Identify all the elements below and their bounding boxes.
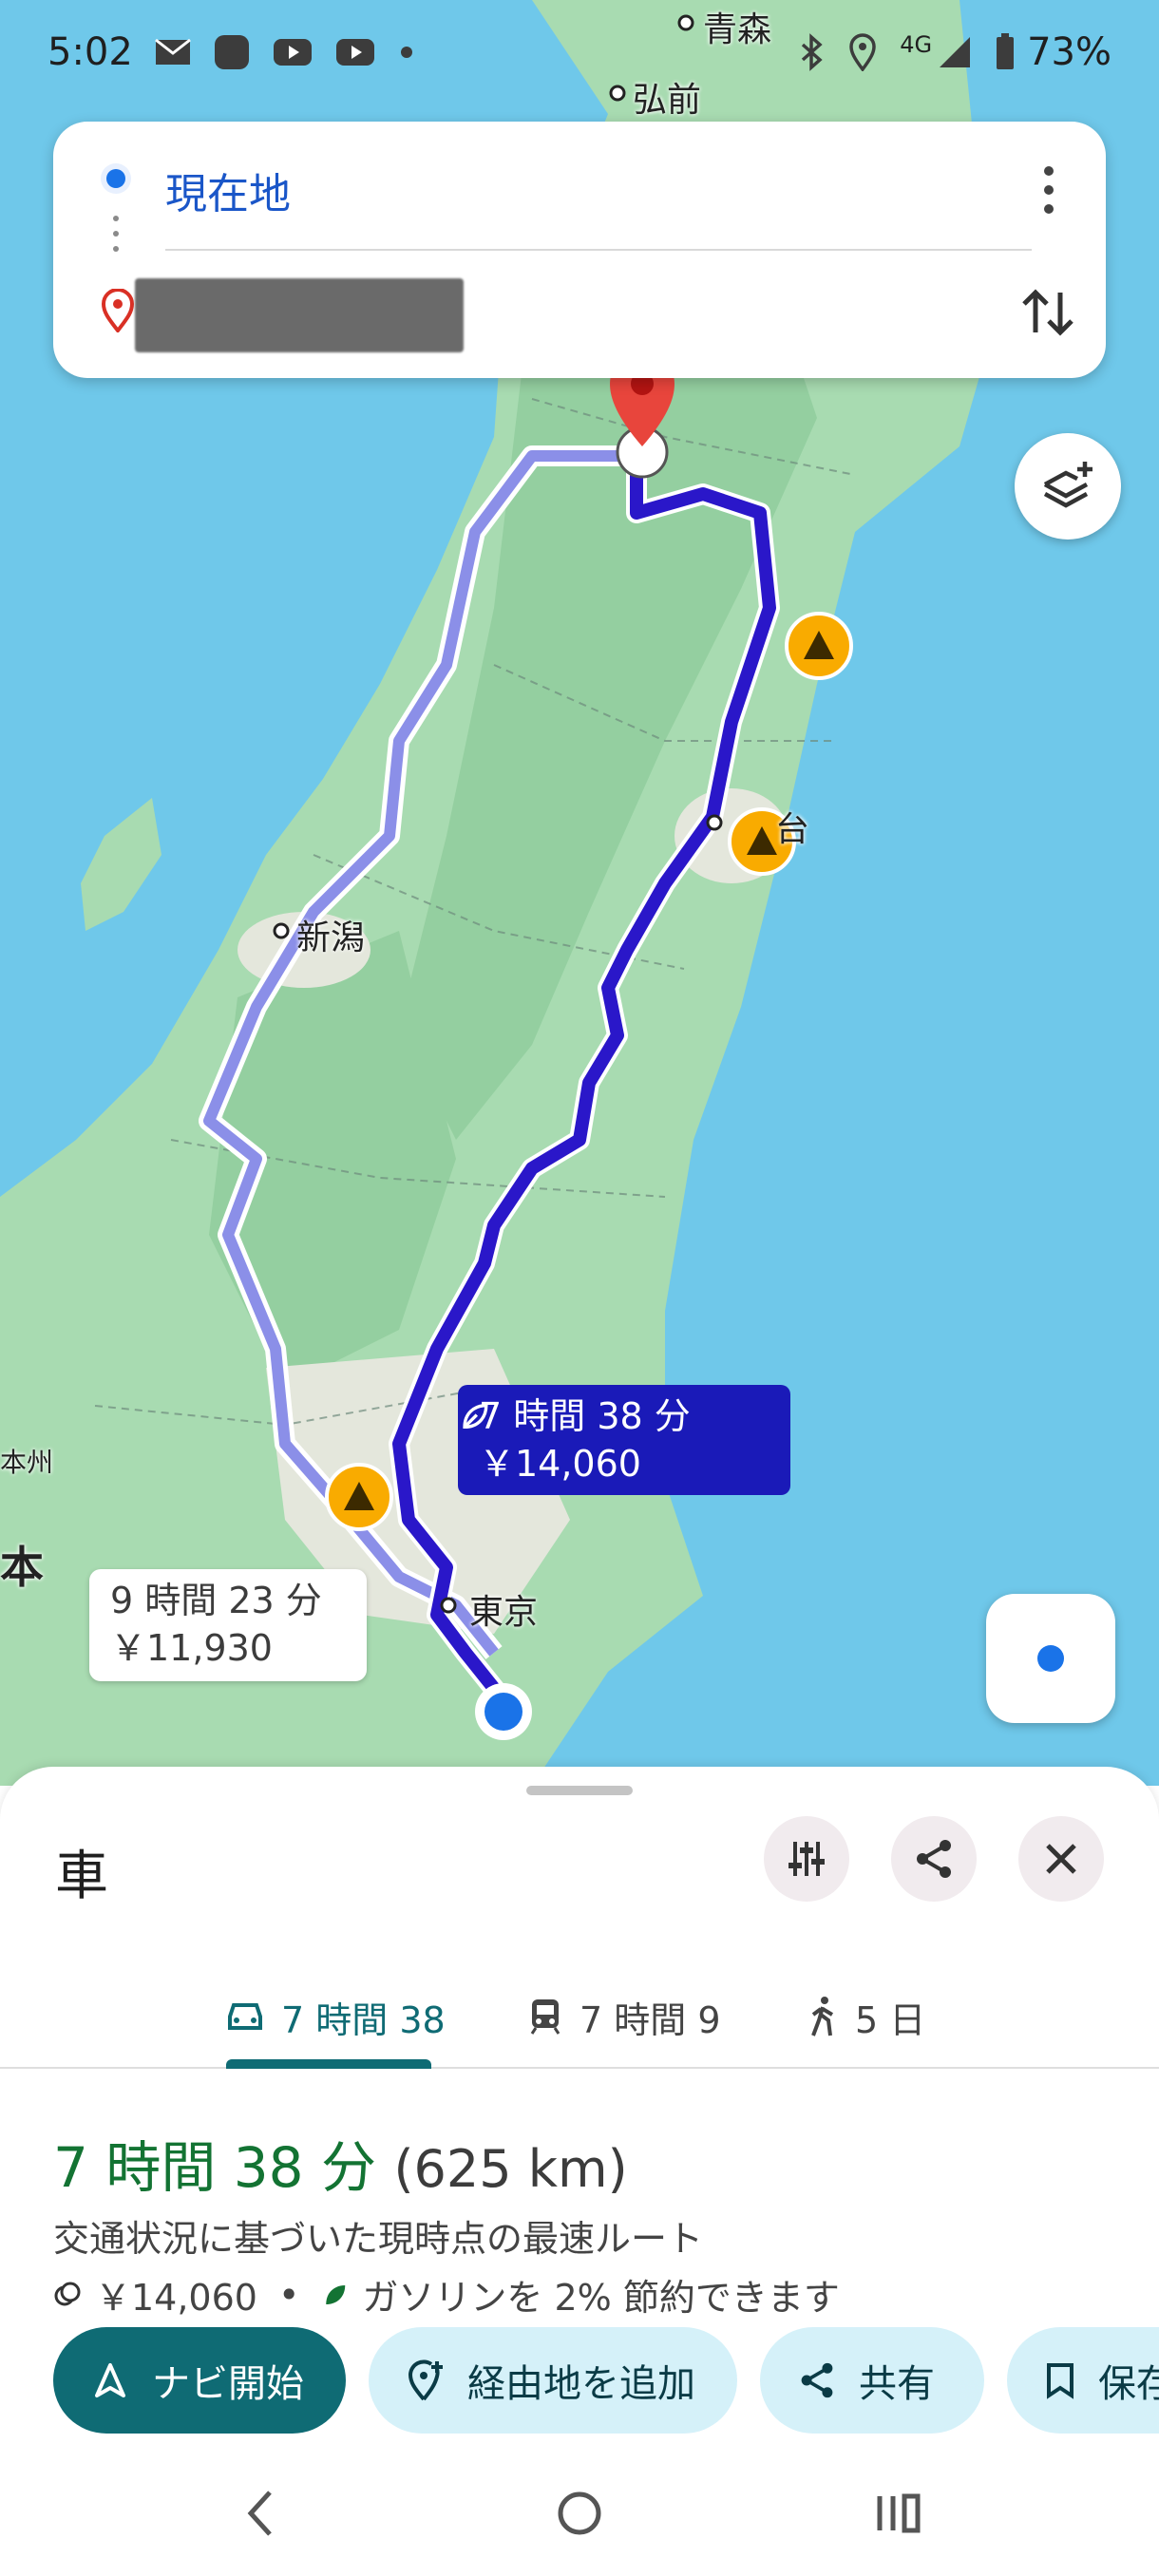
callout-toll: ￥11,930 [110,1627,273,1669]
field-divider [165,249,1032,251]
home-icon[interactable] [553,2485,606,2542]
bluetooth-icon [802,33,823,71]
sliders-icon [788,1842,825,1876]
tab-label: 7 時間 38 [281,1998,446,2041]
map-label-niigata: 新潟 [296,919,366,957]
share-route-label: 共有 [859,2362,935,2406]
back-icon[interactable] [241,2485,279,2542]
callout-toll: ￥14,060 [479,1443,641,1485]
layers-button[interactable] [1015,433,1121,540]
destination-pin-icon [101,289,135,332]
dot-icon [400,47,412,58]
eco-savings: ガソリンを 2% 節約できます [362,2277,840,2319]
callout-time: 7 時間 38 分 [479,1395,691,1437]
route-meta: ￥14,060 • ガソリンを 2% 節約できます [53,2268,840,2320]
location-icon [849,33,876,71]
meta-separator: • [277,2273,300,2316]
status-time: 5:02 [48,30,133,74]
origin-dot-icon [101,163,131,194]
travel-mode-title: 車 [55,1846,108,1907]
tab-label: 5 日 [855,1998,926,2041]
map-label-honshu: 本州 [0,1447,54,1478]
route-options-button[interactable] [764,1816,849,1902]
city-dot-niigata [273,922,290,939]
map-label-sendai: 台 [775,810,810,849]
map-label-japan: 本 [0,1542,44,1593]
recents-icon[interactable] [872,2485,925,2542]
battery-level: 73% [1027,30,1112,74]
layers-icon [1043,462,1092,508]
sheet-drag-handle[interactable] [526,1786,633,1795]
tab-drive[interactable]: 7 時間 38 [226,1964,446,2069]
add-stop-button[interactable]: 経由地を追加 [369,2327,737,2434]
map-label-tokyo: 東京 [469,1593,539,1632]
add-stop-label: 経由地を追加 [467,2362,695,2406]
travel-mode-tabs: 7 時間 38 7 時間 9 5 日 [0,1964,1159,2069]
navigation-arrow-icon [95,2363,125,2397]
route-duration: 7 時間 38 分 [53,2135,377,2200]
train-icon [530,1999,560,2035]
car-icon [228,2003,262,2030]
callout-time: 9 時間 23 分 [110,1580,322,1621]
walk-icon [811,1997,834,2036]
eco-leaf-icon [326,2284,346,2304]
route-description: 交通状況に基づいた現時点の最速ルート [53,2218,704,2260]
save-route-button[interactable]: 保存 [1007,2327,1159,2434]
tab-label: 7 時間 9 [580,1998,721,2041]
route-summary-time: 7 時間 38 分 (625 km) [53,2123,628,2203]
connector-dots [113,216,119,252]
land-sado [81,798,162,931]
close-icon [1046,1844,1076,1874]
city-dot-tokyo [440,1597,457,1614]
bookmark-icon [1047,2363,1074,2399]
share-route-button[interactable]: 共有 [760,2327,984,2434]
current-position-marker [475,1683,532,1740]
tab-walk[interactable]: 5 日 [808,1964,925,2069]
eco-leaf-icon [463,1403,488,1430]
start-navigation-label: ナビ開始 [152,2362,304,2406]
my-location-button[interactable] [986,1594,1115,1723]
route-distance: (625 km) [393,2139,628,2199]
youtube-icon [273,39,312,66]
share-icon [801,2362,833,2398]
route-toll: ￥14,060 [95,2277,257,2319]
more-options-icon[interactable] [1030,161,1068,218]
destination-field[interactable] [135,278,464,352]
action-buttons: ナビ開始 経由地を追加 共有 保存 [53,2327,1159,2434]
youtube-icon [335,39,374,66]
directions-search-card: 現在地 [53,122,1106,378]
close-button[interactable] [1018,1816,1104,1902]
save-route-label: 保存 [1098,2362,1159,2406]
mail-icon [154,38,191,65]
share-button[interactable] [891,1816,977,1902]
tab-active-indicator [226,2059,431,2069]
signal-icon [940,37,971,67]
battery-icon [997,33,1015,69]
origin-field[interactable]: 現在地 [165,160,291,220]
add-stop-icon [408,2359,443,2401]
swap-icon[interactable] [1015,279,1081,346]
construction-icon [325,1463,393,1531]
route-callout-alternate[interactable]: 9 時間 23 分 ￥11,930 [89,1569,367,1681]
toll-icon [54,2282,81,2305]
status-bar: 5:02 4G 73% [0,0,1159,104]
network-type: 4G [900,31,933,58]
tab-transit[interactable]: 7 時間 9 [528,1964,721,2069]
route-callout-primary[interactable]: 7 時間 38 分 ￥14,060 [458,1385,790,1495]
start-navigation-button[interactable]: ナビ開始 [53,2327,346,2434]
share-icon [917,1840,951,1878]
city-dot-sendai [706,814,723,831]
construction-icon [785,612,853,680]
system-navigation-bar [0,2451,1159,2576]
app-icon [214,35,249,69]
my-location-icon [1037,1645,1064,1672]
